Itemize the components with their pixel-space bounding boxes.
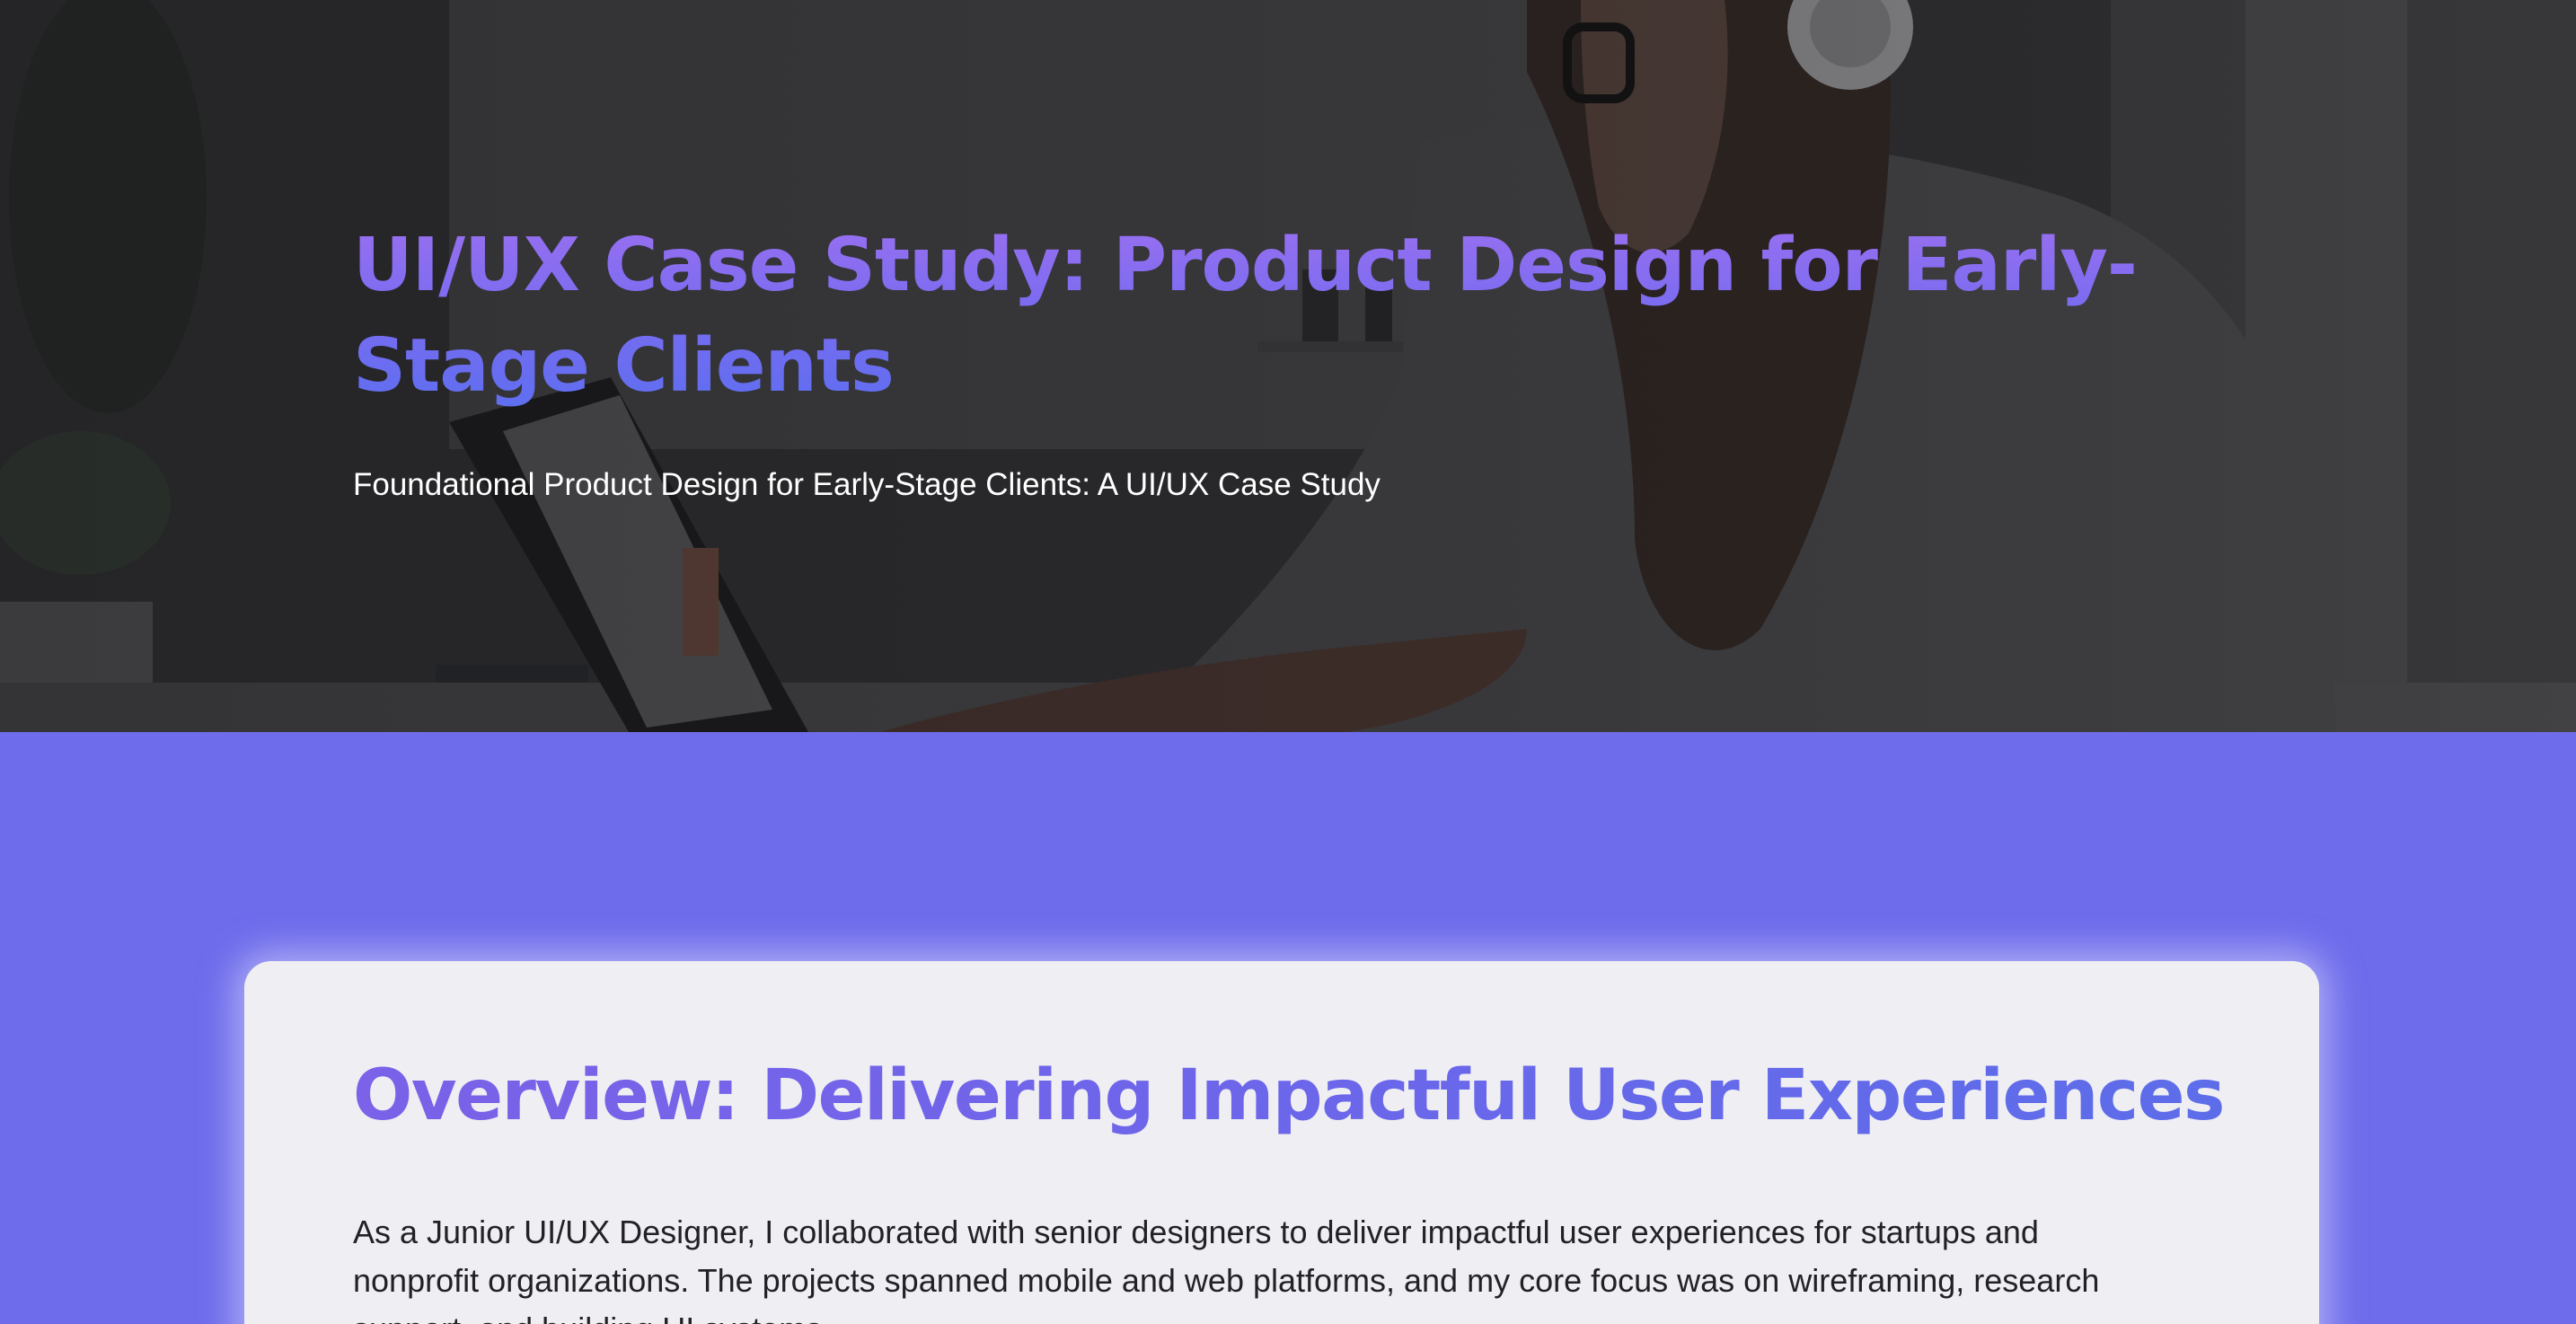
- hero-subtitle: Foundational Product Design for Early-St…: [353, 467, 1381, 502]
- hero-title: UI/UX Case Study: Product Design for Ear…: [353, 216, 2239, 417]
- page: UI/UX Case Study: Product Design for Ear…: [0, 0, 2576, 1324]
- overview-body: As a Junior UI/UX Designer, I collaborat…: [353, 1214, 2100, 1324]
- hero-section: UI/UX Case Study: Product Design for Ear…: [0, 0, 2576, 732]
- overview-title: Overview: Delivering Impactful User Expe…: [353, 1051, 2225, 1141]
- overview-card: Overview: Delivering Impactful User Expe…: [244, 961, 2319, 1324]
